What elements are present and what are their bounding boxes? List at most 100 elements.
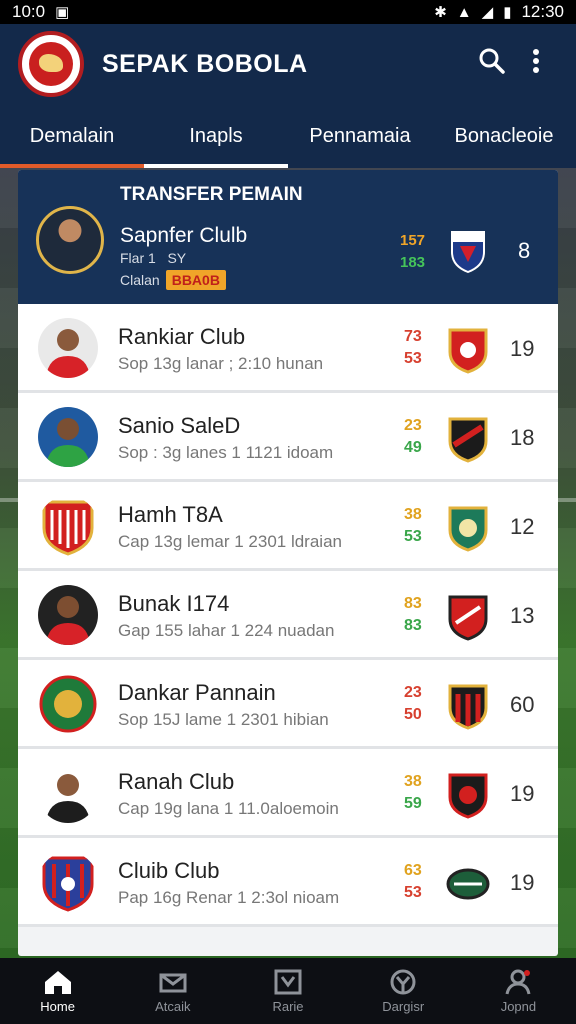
row-number: 19 [510, 336, 535, 361]
search-icon[interactable] [470, 47, 514, 82]
row-name: Dankar Pannain [118, 680, 276, 705]
status-time-right: 12:30 [521, 2, 564, 21]
nav-label: Atcaik [155, 998, 191, 1014]
row-sub: Sop 13g lanar ; 2:10 hunan [118, 354, 324, 373]
player-avatar [38, 763, 98, 823]
more-vert-icon[interactable] [514, 47, 558, 82]
list-item[interactable]: Ranah Club Cap 19g lana 1 11.0aloemoin 3… [18, 749, 558, 838]
row-name: Rankiar Club [118, 324, 246, 349]
row-score-bottom: 83 [404, 617, 422, 634]
row-name: Bunak I174 [118, 591, 230, 616]
nav-label: Home [40, 998, 75, 1014]
status-time-left: 10:0 [12, 2, 46, 21]
row-sub: Cap 13g lemar 1 2301 ldraian [118, 532, 342, 551]
player-avatar [38, 407, 98, 467]
row-score-bottom: 53 [404, 528, 422, 545]
row-number: 18 [510, 425, 535, 450]
list-item[interactable]: Sanio SaleD Sop : 3g lanes 1 1121 idoam … [18, 393, 558, 482]
row-sub: Gap 155 lahar 1 224 nuadan [118, 621, 335, 640]
row-name: Hamh T8A [118, 502, 223, 527]
nav-label: Dargisr [382, 998, 425, 1014]
row-score-top: 73 [404, 328, 422, 345]
app-logo[interactable] [18, 31, 84, 97]
tab-bonacleoie[interactable]: Bonacleoie [432, 104, 576, 168]
battery-icon: ▮ [503, 4, 512, 21]
featured-number: 8 [518, 238, 531, 263]
row-score-top: 23 [404, 417, 422, 434]
club-crest-icon [446, 868, 490, 900]
nav-jopnd[interactable]: Jopnd [461, 958, 576, 1024]
nav-dargisr[interactable]: Dargisr [346, 958, 461, 1024]
bottom-nav: Home Atcaik Rarie Dargisr Jopnd [0, 958, 576, 1024]
tab-pennamaia[interactable]: Pennamaia [288, 104, 432, 168]
row-name: Sanio SaleD [118, 413, 241, 438]
row-sub: Pap 16g Renar 1 2:3ol nioam [118, 888, 340, 907]
app-bar: SEPAK BOBOLA [0, 24, 576, 104]
row-sub: Cap 19g lana 1 11.0aloemoin [118, 799, 339, 818]
club-crest-icon [448, 684, 488, 730]
row-score-top: 23 [404, 684, 422, 701]
tab-demalain[interactable]: Demalain [0, 104, 144, 168]
tab-bar: Demalain Inapls Pennamaia Bonacleoie [0, 104, 576, 168]
club-crest-icon [448, 506, 488, 552]
board-icon [274, 969, 302, 994]
featured-score-top: 157 [400, 232, 426, 249]
club-logo [38, 496, 98, 556]
nav-atcaik[interactable]: Atcaik [115, 958, 230, 1024]
row-score-top: 83 [404, 595, 422, 612]
list-item[interactable]: Dankar Pannain Sop 15J lame 1 2301 hibia… [18, 660, 558, 749]
ball-icon [390, 969, 416, 994]
player-avatar [38, 585, 98, 645]
featured-transfer-card[interactable]: TRANSFER PEMAIN Sapnfer Clulb Flar 1 SY … [18, 170, 558, 304]
row-number: 12 [510, 514, 535, 539]
featured-player-name: Sapnfer Clulb [120, 224, 248, 247]
featured-line2-label: Clalan [120, 272, 160, 288]
nav-label: Rarie [272, 998, 304, 1014]
club-crest-icon [448, 328, 488, 374]
row-score-bottom: 53 [404, 884, 422, 901]
row-sub: Sop 15J lame 1 2301 hibian [118, 710, 329, 729]
featured-caption: TRANSFER PEMAIN [120, 184, 303, 205]
nav-rarie[interactable]: Rarie [230, 958, 345, 1024]
row-number: 19 [510, 781, 535, 806]
nav-label: Jopnd [500, 998, 537, 1014]
row-score-top: 63 [404, 862, 422, 879]
row-sub: Sop : 3g lanes 1 1121 idoam [118, 443, 334, 462]
row-number: 19 [510, 870, 535, 895]
transfer-list-panel: TRANSFER PEMAIN Sapnfer Clulb Flar 1 SY … [18, 170, 558, 956]
row-score-bottom: 49 [404, 439, 422, 456]
row-score-bottom: 53 [404, 350, 422, 367]
featured-line1: Flar 1 SY [120, 250, 187, 266]
signal-icon: ◢ [481, 4, 494, 21]
list-item[interactable]: Bunak I174 Gap 155 lahar 1 224 nuadan 83… [18, 571, 558, 660]
club-logo [38, 674, 98, 734]
club-crest-icon [448, 773, 488, 819]
home-icon [44, 970, 71, 994]
list-item[interactable]: Cluib Club Pap 16g Renar 1 2:3ol nioam 6… [18, 838, 558, 927]
featured-score-bottom: 183 [400, 254, 426, 271]
list-item[interactable]: Rankiar Club Sop 13g lanar ; 2:10 hunan … [18, 304, 558, 393]
row-score-bottom: 50 [404, 706, 422, 723]
list-item[interactable]: Hamh T8A Cap 13g lemar 1 2301 ldraian 38… [18, 482, 558, 571]
player-avatar [38, 318, 98, 378]
mail-icon [159, 973, 187, 992]
bluetooth-icon: ✱ [434, 4, 447, 21]
row-score-top: 38 [404, 773, 422, 790]
club-logo [38, 852, 98, 912]
wifi-icon: ▲ [456, 3, 472, 21]
profile-icon [505, 969, 531, 994]
row-number: 13 [510, 603, 535, 628]
status-bar: 10:0 ▣ ✱ ▲ ◢ ▮ 12:30 [0, 0, 576, 24]
nav-home[interactable]: Home [0, 958, 115, 1024]
tab-inapls[interactable]: Inapls [144, 104, 288, 168]
featured-badge: BBA0B [165, 270, 226, 290]
app-title: SEPAK BOBOLA [102, 49, 308, 78]
row-score-top: 38 [404, 506, 422, 523]
featured-player-avatar [36, 206, 104, 274]
row-name: Cluib Club [118, 858, 220, 883]
camera-icon: ▣ [55, 4, 70, 21]
row-score-bottom: 59 [404, 795, 422, 812]
club-crest-icon [448, 417, 488, 463]
row-number: 60 [510, 692, 535, 717]
club-crest-icon [451, 231, 485, 274]
